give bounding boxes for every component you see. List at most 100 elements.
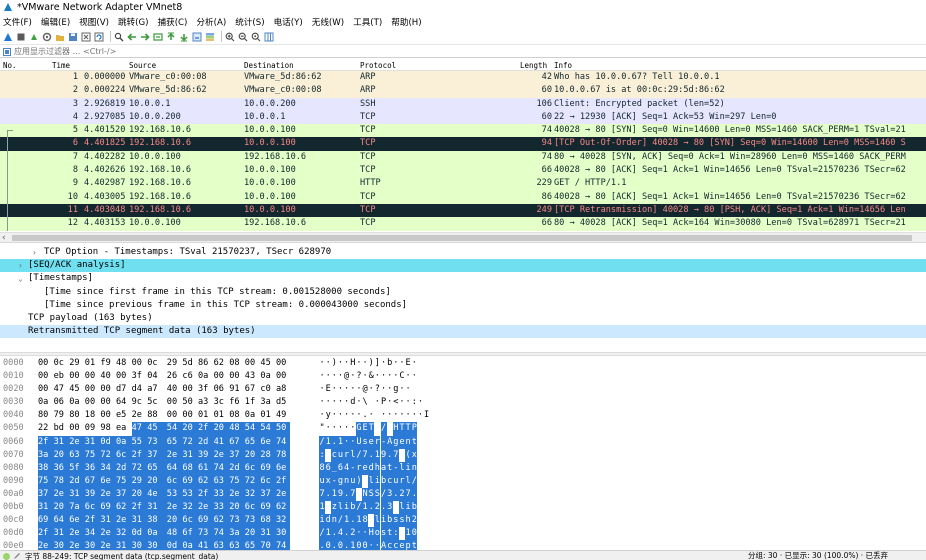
ascii-char[interactable]: 2 — [411, 514, 418, 528]
menu-item-10[interactable]: 帮助(H) — [391, 16, 421, 28]
go-last-icon[interactable] — [179, 32, 189, 42]
scrollbar-thumb[interactable] — [12, 235, 912, 241]
hex-byte[interactable]: 2d — [116, 461, 132, 475]
hex-byte[interactable]: 69 — [260, 461, 276, 475]
ascii-char[interactable]: \ — [362, 396, 368, 409]
hex-byte[interactable]: 53 — [182, 487, 198, 502]
detail-row[interactable]: › TCP Option - Timestamps: TSval 21570237… — [0, 246, 926, 259]
display-filter-input[interactable] — [14, 47, 614, 56]
detail-row[interactable]: [Time since previous frame in this TCP s… — [0, 299, 926, 312]
packet-row[interactable]: 10 4.403005 192.168.10.6 10.0.0.100 TCP 86 400… — [0, 190, 926, 204]
hex-byte[interactable]: 45 — [147, 422, 167, 436]
column-header-protocol[interactable]: Protocol — [360, 61, 396, 70]
packet-row[interactable]: 11 4.403048 192.168.10.6 10.0.0.100 TCP 249 [T… — [0, 203, 926, 218]
hex-byte[interactable]: 00 — [85, 383, 99, 396]
go-first-icon[interactable] — [166, 32, 176, 42]
hex-byte[interactable]: 28 — [260, 448, 276, 462]
hex-byte[interactable]: 36 — [53, 461, 70, 475]
hex-byte[interactable]: 86 — [198, 357, 212, 370]
hex-byte[interactable]: 67 — [245, 383, 259, 396]
hex-byte[interactable]: a8 — [276, 383, 290, 396]
hex-byte[interactable]: 06 — [54, 396, 68, 409]
hex-byte[interactable]: 62 — [214, 357, 228, 370]
hex-byte[interactable]: 00 — [69, 370, 83, 383]
hex-byte[interactable]: 0a — [198, 370, 212, 383]
hex-byte[interactable]: 88 — [147, 409, 161, 422]
hex-byte[interactable]: 00 — [167, 409, 181, 422]
hex-byte[interactable]: 00 — [245, 357, 259, 370]
scroll-left-icon[interactable]: ‹ — [2, 233, 6, 243]
hex-byte[interactable]: 3f — [132, 370, 146, 383]
ascii-char[interactable]: · — [411, 370, 417, 383]
hex-byte[interactable]: 72 — [131, 461, 148, 475]
hex-byte[interactable]: 20 — [53, 501, 70, 515]
hex-byte[interactable]: 75 — [229, 474, 245, 488]
hex-byte[interactable]: 2e — [166, 448, 183, 462]
hex-byte[interactable]: 2e — [213, 448, 230, 462]
hex-byte[interactable]: 20 — [244, 527, 261, 541]
hex-byte[interactable]: 3f — [198, 383, 212, 396]
packet-row[interactable]: 1 0.000000 VMware_c0:00:08 VMware_5d:86:62 A… — [0, 71, 926, 85]
hex-byte[interactable]: 78 — [276, 448, 290, 462]
hex-byte[interactable]: 6c — [244, 461, 261, 475]
ascii-char[interactable]: / — [411, 474, 418, 488]
hex-byte[interactable]: 43 — [245, 370, 259, 383]
hex-byte[interactable]: d7 — [116, 383, 130, 396]
edit-comment-icon[interactable] — [13, 552, 21, 560]
ascii-char[interactable]: P — [411, 422, 418, 436]
menu-item-3[interactable]: 跳转(G) — [118, 16, 149, 28]
hex-byte[interactable]: 98 — [100, 422, 114, 435]
detail-row[interactable]: › [SEQ/ACK analysis] — [0, 259, 926, 273]
hex-byte[interactable]: 2e — [116, 514, 132, 528]
colorize-icon[interactable] — [205, 32, 215, 42]
hex-byte[interactable]: 65 — [147, 461, 167, 475]
hex-byte[interactable]: 67 — [84, 474, 101, 488]
hex-byte[interactable]: 32 — [182, 501, 198, 515]
go-forward-icon[interactable] — [140, 32, 150, 42]
hex-byte[interactable]: 31 — [53, 527, 70, 541]
hex-byte[interactable]: 68 — [182, 461, 198, 475]
hex-byte[interactable]: 62 — [198, 474, 214, 488]
ascii-char[interactable]: · — [405, 383, 411, 396]
hex-byte[interactable]: 6c — [84, 501, 101, 515]
hex-byte[interactable]: 37 — [260, 487, 276, 502]
hex-byte[interactable]: 53 — [166, 487, 183, 502]
hex-byte[interactable]: 20 — [229, 501, 245, 515]
hex-byte[interactable]: 69 — [198, 514, 214, 528]
packet-row[interactable]: 6 4.401825 192.168.10.6 10.0.0.100 TCP 94 [TCP… — [0, 137, 926, 151]
hex-byte[interactable]: 34 — [84, 527, 101, 541]
hex-byte[interactable]: 72 — [244, 474, 261, 488]
hex-byte[interactable]: c0 — [260, 383, 274, 396]
hex-byte[interactable]: 20 — [213, 422, 230, 436]
menu-item-1[interactable]: 编辑(E) — [41, 16, 70, 28]
hex-byte[interactable]: e5 — [116, 409, 130, 422]
hex-byte[interactable]: 0a — [69, 396, 83, 409]
go-to-packet-icon[interactable] — [153, 32, 163, 42]
hex-byte[interactable]: 2f — [131, 501, 148, 515]
hex-byte[interactable]: 2e — [229, 487, 245, 502]
hex-byte[interactable]: 2f — [38, 527, 54, 541]
hex-byte[interactable]: 75 — [38, 474, 54, 488]
hex-byte[interactable]: 22 — [38, 422, 52, 435]
hex-byte[interactable]: 1f — [245, 396, 259, 409]
hex-byte[interactable]: 37 — [229, 448, 245, 462]
hex-byte[interactable]: eb — [54, 370, 68, 383]
capture-options-icon[interactable] — [42, 32, 52, 42]
hex-byte[interactable]: 2d — [229, 461, 245, 475]
hex-byte[interactable]: 6e — [260, 435, 276, 449]
hex-byte[interactable]: 38 — [147, 514, 167, 528]
menu-item-7[interactable]: 电话(Y) — [274, 16, 303, 28]
start-capture-icon[interactable] — [3, 32, 13, 42]
hex-byte[interactable]: 29 — [167, 357, 181, 370]
hex-byte[interactable]: 33 — [213, 487, 230, 502]
ascii-char[interactable]: · — [411, 357, 417, 370]
hex-byte[interactable]: 0a — [147, 527, 167, 541]
hex-byte[interactable]: a7 — [147, 383, 161, 396]
packet-row[interactable]: 9 4.402987 192.168.10.6 10.0.0.100 HTTP 229 GE… — [0, 177, 926, 191]
hex-byte[interactable]: 78 — [53, 474, 70, 488]
ascii-char[interactable]: b — [411, 501, 418, 515]
hex-byte[interactable]: 6e — [100, 474, 116, 488]
menu-item-6[interactable]: 统计(S) — [235, 16, 264, 28]
hex-byte[interactable]: 32 — [276, 514, 290, 528]
hex-byte[interactable]: 6e — [276, 461, 290, 475]
